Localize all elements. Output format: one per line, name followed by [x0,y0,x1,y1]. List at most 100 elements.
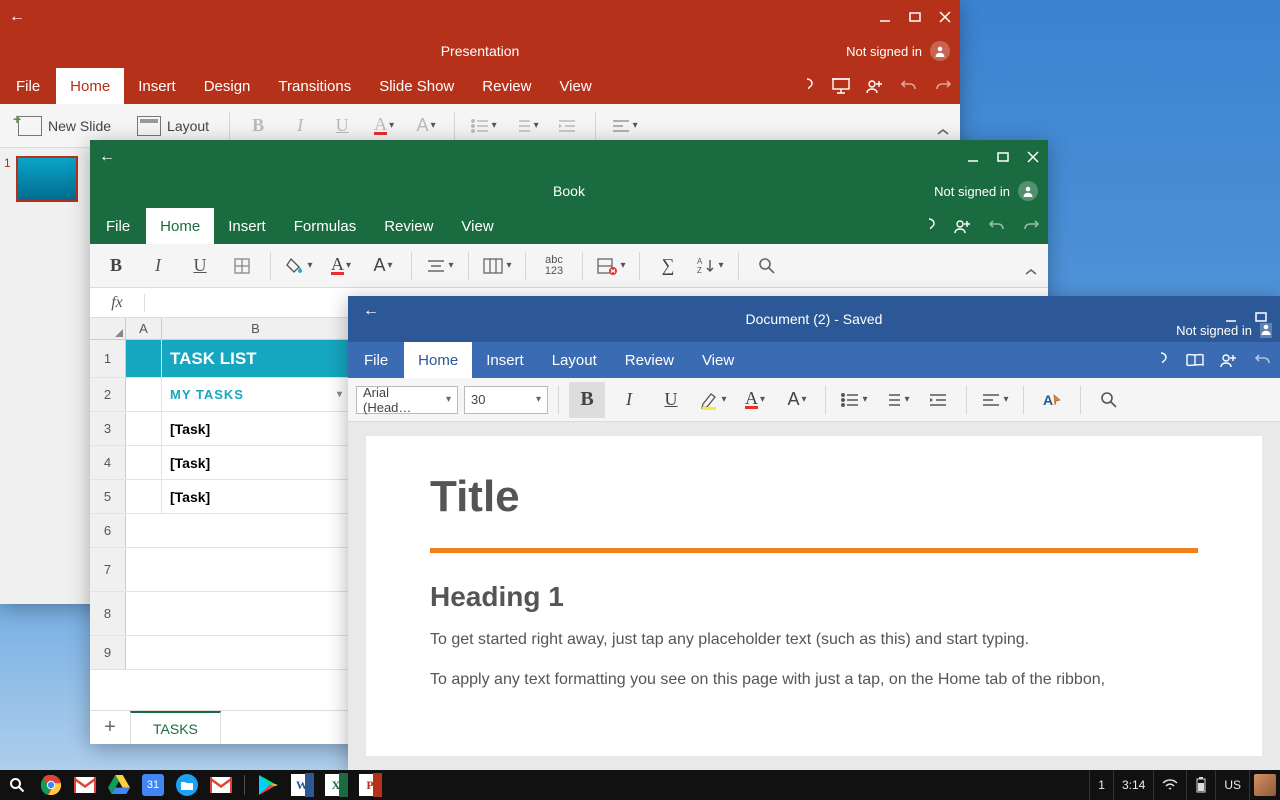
tab-review[interactable]: Review [611,342,688,378]
sort-button[interactable]: AZ▾ [692,248,728,284]
files-icon[interactable] [170,770,204,800]
tab-insert[interactable]: Insert [214,208,280,244]
tab-home[interactable]: Home [146,208,214,244]
maximize-button[interactable] [900,0,930,34]
tab-review[interactable]: Review [468,68,545,104]
doc-paragraph[interactable]: To get started right away, just tap any … [430,627,1198,653]
back-icon[interactable]: ← [90,148,124,166]
highlight-button[interactable]: ▾ [695,382,731,418]
select-all-corner[interactable] [90,318,126,339]
font-size-combo[interactable]: 30▾ [464,386,548,414]
indent-button[interactable] [920,382,956,418]
row-header[interactable]: 6 [90,514,126,547]
layout-button[interactable]: Layout [127,108,219,144]
cell-tasklist[interactable]: TASK LIST [162,340,350,377]
search-icon[interactable] [0,770,34,800]
gmail-icon[interactable] [68,770,102,800]
italic-button[interactable]: I [140,248,176,284]
language-indicator[interactable]: US [1215,770,1249,800]
tab-file[interactable]: File [348,342,404,378]
new-slide-button[interactable]: + New Slide [8,108,121,144]
tab-transitions[interactable]: Transitions [264,68,365,104]
indent-button[interactable] [549,108,585,144]
undo-icon[interactable] [1246,342,1280,378]
underline-button[interactable]: U [653,382,689,418]
share-icon[interactable] [1212,342,1246,378]
merge-button[interactable]: ▾ [479,248,515,284]
tellme-icon[interactable] [790,68,824,104]
italic-button[interactable]: I [282,108,318,144]
tab-file[interactable]: File [90,208,146,244]
numbering-button[interactable]: ▾ [878,382,914,418]
maximize-button[interactable] [988,140,1018,174]
underline-button[interactable]: U [324,108,360,144]
cell-task[interactable]: [Task] [162,480,350,513]
gmail-icon[interactable] [204,770,238,800]
minimize-button[interactable] [958,140,988,174]
workspace-indicator[interactable]: 1 [1089,770,1113,800]
playstore-icon[interactable] [251,770,285,800]
row-header[interactable]: 3 [90,412,126,445]
align-button[interactable]: ▾ [422,248,458,284]
insert-delete-button[interactable]: ▾ [593,248,629,284]
doc-paragraph[interactable]: To apply any text formatting you see on … [430,667,1198,693]
bold-button[interactable]: B [569,382,605,418]
minimize-button[interactable] [870,0,900,34]
bullets-button[interactable]: ▾ [836,382,872,418]
numbering-button[interactable]: ▾ [507,108,543,144]
undo-icon[interactable] [892,68,926,104]
row-header[interactable]: 4 [90,446,126,479]
close-button[interactable] [1018,140,1048,174]
redo-icon[interactable] [926,68,960,104]
battery-icon[interactable] [1186,770,1215,800]
tellme-icon[interactable] [1144,342,1178,378]
slide-thumbnail[interactable]: 1 [6,156,85,202]
collapse-ribbon-icon[interactable] [1024,265,1038,283]
tab-file[interactable]: File [0,68,56,104]
font-color-button[interactable]: A▾ [737,382,773,418]
read-icon[interactable] [1178,342,1212,378]
tab-view[interactable]: View [545,68,605,104]
wifi-icon[interactable] [1153,770,1186,800]
font-size-button[interactable]: A▾ [408,108,444,144]
col-header[interactable]: A [126,318,162,339]
underline-button[interactable]: U [182,248,218,284]
signin-area[interactable]: Not signed in [846,41,950,61]
align-button[interactable]: ▾ [977,382,1013,418]
present-icon[interactable] [824,68,858,104]
back-icon[interactable]: ← [0,8,34,26]
xls-titlebar[interactable]: ← [90,140,1048,174]
slide-thumbnail-panel[interactable]: 1 [0,148,92,604]
word-titlebar[interactable]: ← Document (2) - Saved Not signed in [348,296,1280,342]
chrome-icon[interactable] [34,770,68,800]
find-button[interactable] [749,248,785,284]
tellme-icon[interactable] [912,208,946,244]
fill-color-button[interactable]: ▾ [281,248,317,284]
tab-home[interactable]: Home [404,342,472,378]
row-header[interactable]: 1 [90,340,126,377]
tab-view[interactable]: View [447,208,507,244]
bold-button[interactable]: B [98,248,134,284]
font-size-button[interactable]: A▾ [365,248,401,284]
bullets-button[interactable]: ▾ [465,108,501,144]
styles-button[interactable]: A [1034,382,1070,418]
col-header[interactable]: B [162,318,350,339]
row-header[interactable]: 8 [90,592,126,635]
font-color-button[interactable]: A▾ [323,248,359,284]
font-size-button[interactable]: A▾ [779,382,815,418]
find-button[interactable] [1091,382,1127,418]
cell-task[interactable]: [Task] [162,412,350,445]
row-header[interactable]: 2 [90,378,126,411]
cell-task[interactable]: [Task] [162,446,350,479]
add-sheet-button[interactable]: + [90,716,130,739]
tab-home[interactable]: Home [56,68,124,104]
tab-layout[interactable]: Layout [538,342,611,378]
italic-button[interactable]: I [611,382,647,418]
signin-area[interactable]: Not signed in [1176,323,1272,338]
bold-button[interactable]: B [240,108,276,144]
excel-taskbar-icon[interactable]: X [319,770,353,800]
borders-button[interactable] [224,248,260,284]
clock[interactable]: 3:14 [1113,770,1153,800]
undo-icon[interactable] [980,208,1014,244]
tab-review[interactable]: Review [370,208,447,244]
